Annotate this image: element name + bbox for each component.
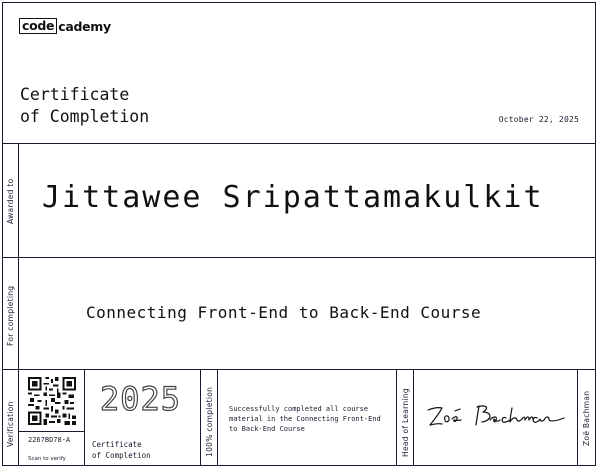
divider-course [2, 369, 596, 370]
divider-signature-right [577, 369, 578, 466]
scan-to-verify-label: Scan to verify [28, 456, 66, 462]
qr-code-icon[interactable] [28, 377, 76, 425]
label-head-of-learning: Head of Learning [401, 388, 410, 457]
course-title: Connecting Front-End to Back-End Course [86, 303, 482, 322]
year-label-line2: of Completion [92, 451, 151, 460]
divider-header [2, 143, 596, 144]
label-completion: 100% completion [205, 386, 214, 457]
divider-hol-right [413, 369, 414, 466]
certificate-date: October 22, 2025 [498, 115, 579, 124]
verification-code: 2267BD78-A [28, 436, 71, 444]
completion-year: 2025 [99, 379, 182, 418]
divider-qr-right [84, 369, 85, 466]
divider-qr [18, 431, 84, 432]
logo-rest-text: cademy [58, 18, 111, 34]
divider-left-column [18, 143, 19, 466]
codecademy-logo: code cademy [19, 18, 111, 34]
year-label: Certificate of Completion [92, 439, 151, 461]
recipient-name: Jittawee Sripattamakulkit [42, 180, 544, 215]
completion-description: Successfully completed all course materi… [229, 405, 381, 433]
certificate-frame [2, 2, 596, 466]
label-awarded-to: Awarded to [6, 178, 15, 224]
label-signer-name: Zoë Bachman [582, 390, 591, 446]
divider-name [2, 257, 596, 258]
label-verification: Verification [6, 401, 15, 447]
certificate-title-line2: of Completion [20, 107, 150, 126]
label-for-completing: For completing [6, 285, 15, 346]
certificate-title-line1: Certificate [20, 85, 130, 104]
certificate-title: Certificate of Completion [20, 84, 149, 128]
logo-box-text: code [19, 18, 58, 34]
divider-year-right [200, 369, 201, 466]
divider-desc-right [396, 369, 397, 466]
year-label-line1: Certificate [92, 440, 142, 449]
signature-icon [427, 405, 565, 426]
divider-completion-right [217, 369, 218, 466]
